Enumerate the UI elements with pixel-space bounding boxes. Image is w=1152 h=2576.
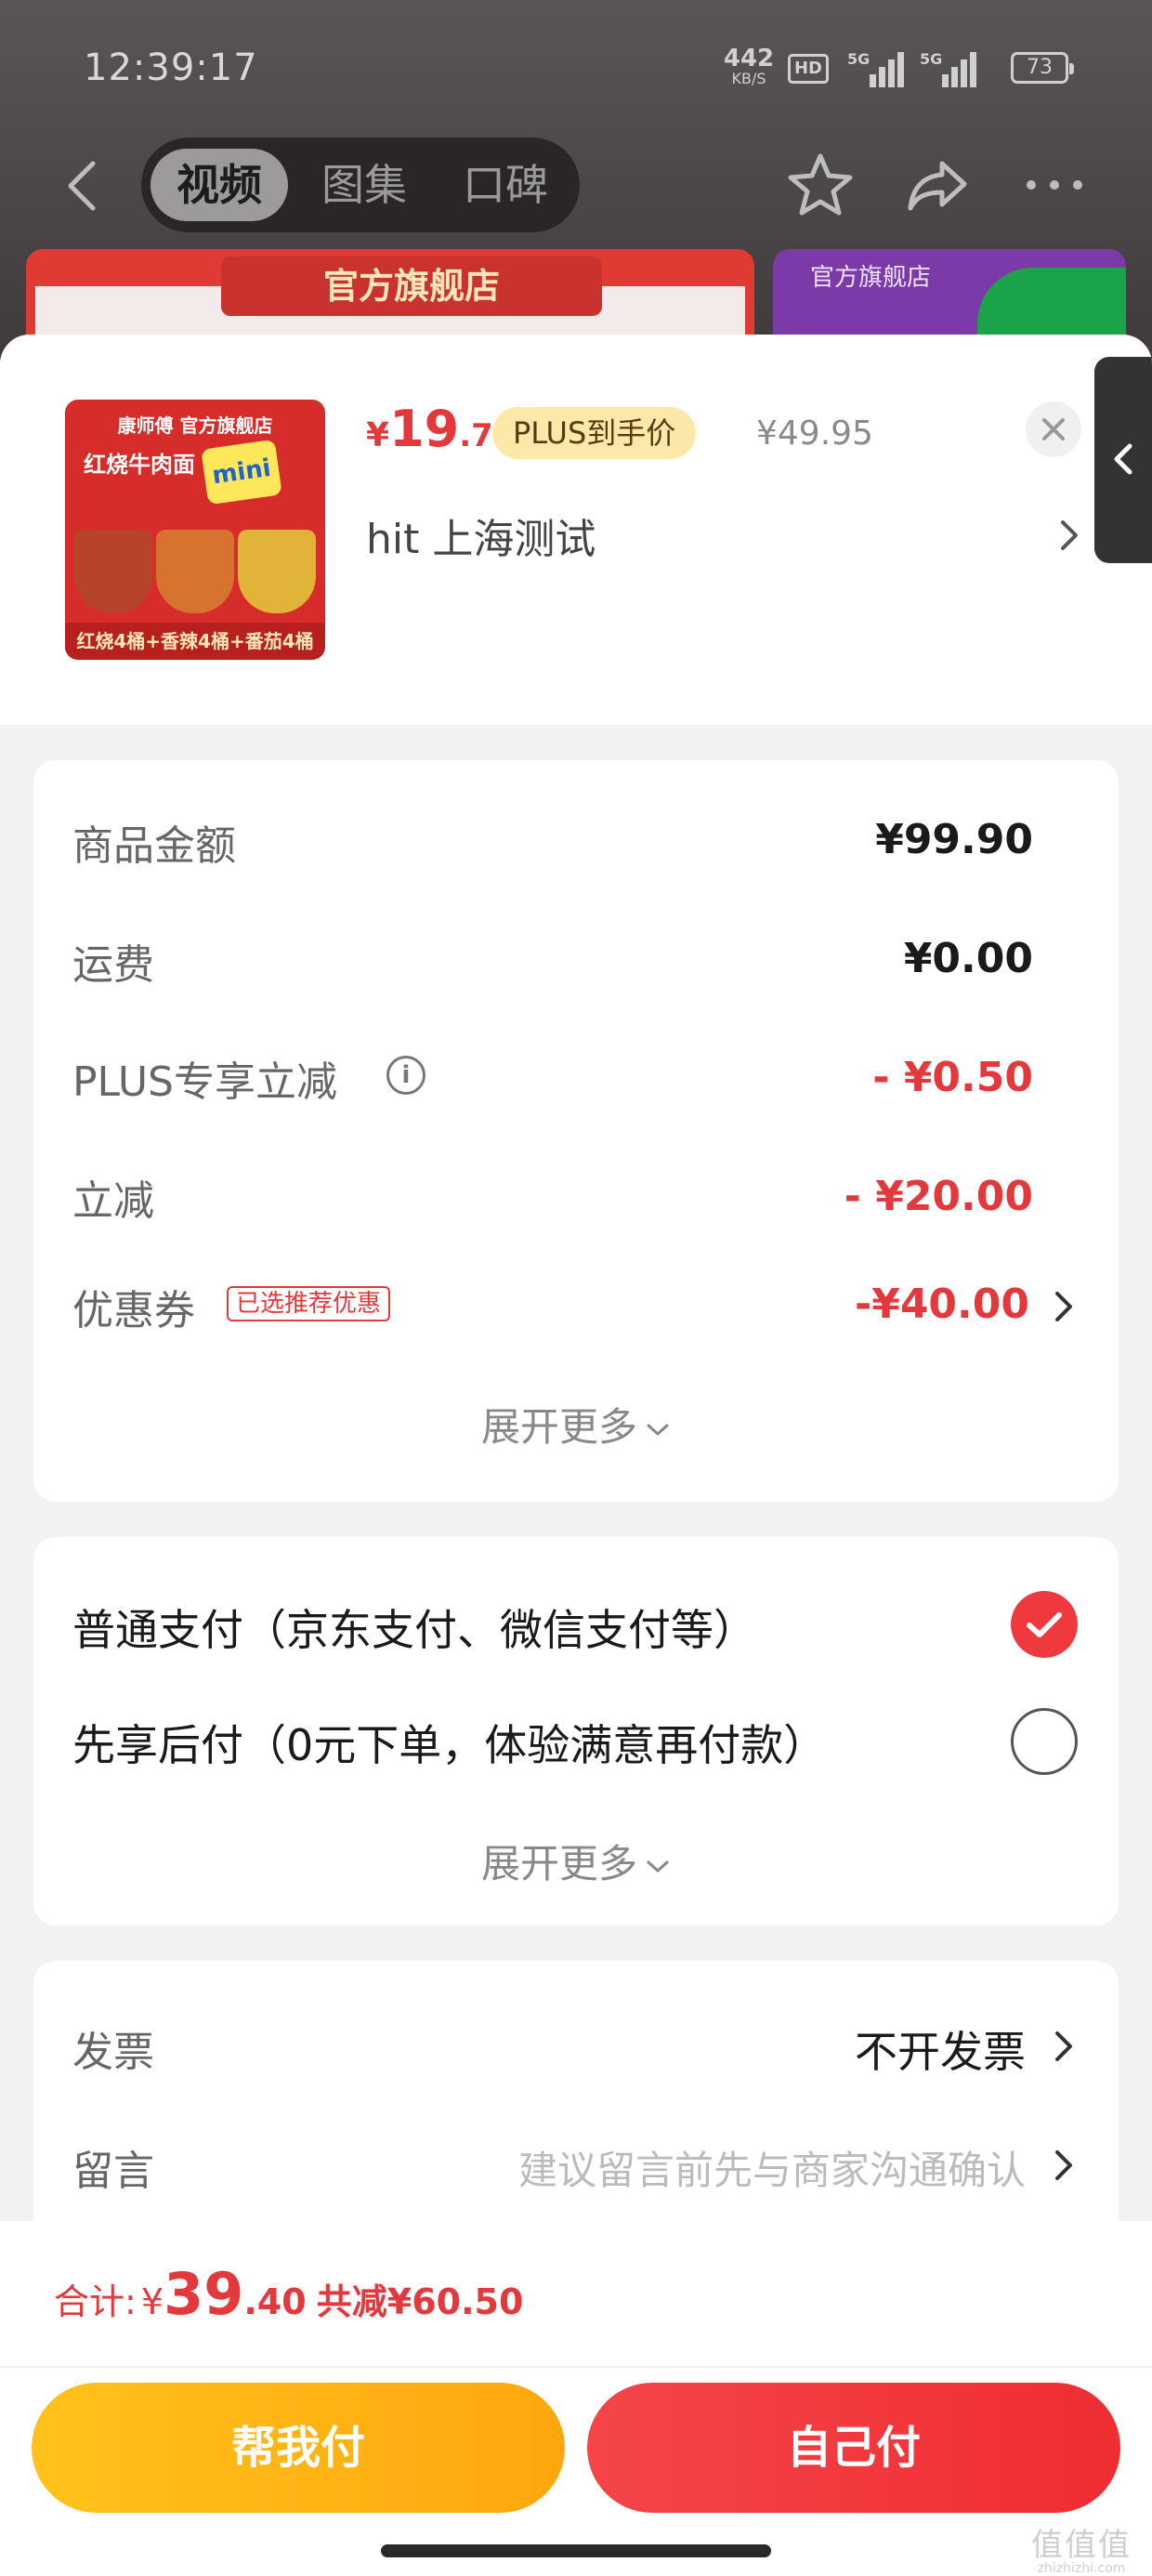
message-placeholder: 建议留言前先与商家沟通确认 (517, 2148, 1026, 2193)
product-image-badge: mini (201, 439, 282, 506)
summary-expand-label: 展开更多 (480, 1404, 637, 1450)
row-shipping-value: ¥0.00 (903, 935, 1033, 982)
tab-video[interactable]: 视频 (151, 149, 288, 221)
pay-option-later-label: 先享后付（0元下单，体验满意再付款） (72, 1720, 827, 1770)
signal-icon-2: 5G (920, 50, 977, 87)
row-goods-amount-label: 商品金额 (72, 822, 236, 870)
signal-label-2: 5G (920, 50, 943, 68)
pay-option-normal-label: 普通支付（京东支付、微信支付等） (72, 1605, 756, 1655)
row-plus-discount-value: - ¥0.50 (872, 1054, 1033, 1101)
message-row[interactable]: 留言 建议留言前先与商家沟通确认 (33, 2117, 1119, 2210)
signal-icon: 5G (847, 50, 905, 87)
row-coupon-label: 优惠券 (72, 1287, 195, 1334)
pay-option-normal-radio[interactable] (1011, 1591, 1078, 1658)
media-tabs: 视频 图集 口碑 (141, 138, 580, 232)
status-time: 12:39:17 (84, 46, 258, 89)
chevron-left-icon (1114, 443, 1132, 475)
chevron-down-icon (647, 1424, 669, 1435)
shipping-address[interactable]: hit 上海测试 (366, 506, 596, 565)
home-indicator[interactable] (381, 2544, 771, 2557)
back-arrow-icon[interactable] (65, 160, 98, 212)
tab-gallery[interactable]: 图集 (295, 149, 433, 221)
row-instant-discount-value: - ¥20.00 (844, 1173, 1033, 1220)
close-icon[interactable] (1026, 401, 1081, 457)
invoice-value: 不开发票 (855, 2027, 1026, 2077)
store-banner-2-title: 官方旗舰店 (810, 264, 932, 292)
more-icon[interactable] (1020, 151, 1089, 219)
row-shipping-label: 运费 (72, 941, 154, 989)
pay-option-later-radio[interactable] (1011, 1708, 1078, 1775)
store-banner-title: 官方旗舰店 (221, 256, 602, 316)
invoice-row[interactable]: 发票 不开发票 (33, 1998, 1119, 2091)
row-plus-discount-label: PLUS专享立减 (72, 1058, 337, 1106)
message-label: 留言 (72, 2148, 154, 2195)
invoice-message-card: 发票 不开发票 留言 建议留言前先与商家沟通确认 (33, 1961, 1119, 2258)
summary-expand-more[interactable]: 展开更多 (33, 1396, 1119, 1452)
chevron-down-icon (647, 1860, 669, 1872)
info-icon[interactable]: i (386, 1056, 425, 1095)
signal-label: 5G (847, 50, 871, 68)
status-bar: 12:39:17 442 KB/S HD 5G 5G 73 (0, 0, 1152, 130)
row-instant-discount-label: 立减 (72, 1177, 154, 1225)
price-summary-card: 商品金额 ¥99.90 运费 ¥0.00 PLUS专享立减 i - ¥0.50 … (33, 760, 1119, 1502)
footer-divider (0, 2366, 1152, 2368)
original-price: ¥49.95 (756, 414, 873, 453)
payment-method-card: 普通支付（京东支付、微信支付等） 先享后付（0元下单，体验满意再付款） 展开更多 (33, 1537, 1119, 1925)
plus-price-badge: PLUS到手价 (492, 407, 697, 459)
tab-reviews[interactable]: 口碑 (437, 149, 574, 221)
product-image-footer: 红烧4桶+香辣4桶+番茄4桶 (65, 623, 325, 660)
pay-option-normal[interactable]: 普通支付（京东支付、微信支付等） (33, 1574, 1119, 1676)
order-total: 合计: ¥39.40 共减¥60.50 (54, 2260, 524, 2328)
chevron-right-icon (1055, 1292, 1072, 1321)
product-image: 康师傅 官方旗舰店 红烧牛肉面 mini 红烧4桶+香辣4桶+番茄4桶 (65, 400, 325, 660)
network-speed: 442 KB/S (721, 45, 777, 89)
total-saving: 共减¥60.50 (316, 2281, 524, 2322)
star-icon[interactable] (786, 151, 855, 219)
chevron-right-icon (1055, 2031, 1072, 2061)
network-speed-value: 442 (723, 45, 775, 72)
hd-icon: HD (788, 54, 829, 84)
watermark: 值值值 zhizhizhi.com (1031, 2527, 1132, 2576)
battery-icon: 73 (1011, 52, 1074, 84)
pay-option-later[interactable]: 先享后付（0元下单，体验满意再付款） (33, 1691, 1119, 1794)
chevron-right-icon (1055, 2150, 1072, 2180)
checkout-footer: 合计: ¥39.40 共减¥60.50 帮我付 自己付 值值值 zhizhizh… (0, 2221, 1152, 2576)
help-me-pay-button[interactable]: 帮我付 (32, 2383, 565, 2513)
chevron-right-icon[interactable] (1055, 517, 1083, 554)
share-icon[interactable] (903, 151, 972, 219)
row-coupon-value: -¥40.00 (854, 1281, 1029, 1328)
product-image-title: 红烧牛肉面 (84, 452, 195, 478)
coupon-recommend-tag: 已选推荐优惠 (227, 1286, 391, 1321)
row-coupon[interactable]: 优惠券 已选推荐优惠 -¥40.00 (33, 1277, 1119, 1351)
invoice-label: 发票 (72, 2029, 154, 2076)
total-label: 合计: (54, 2281, 137, 2322)
row-goods-amount-value: ¥99.90 (875, 816, 1033, 863)
product-image-brand: 康师傅 官方旗舰店 (117, 414, 273, 437)
payment-expand-more[interactable]: 展开更多 (33, 1833, 1119, 1889)
side-drawer-tab[interactable] (1094, 357, 1152, 563)
check-icon (1027, 1612, 1062, 1637)
product-header: 康师傅 官方旗舰店 红烧牛肉面 mini 红烧4桶+香辣4桶+番茄4桶 ¥19.… (0, 335, 1152, 725)
payment-expand-label: 展开更多 (480, 1841, 637, 1886)
plus-price: ¥19.7 (366, 400, 493, 458)
pay-myself-button[interactable]: 自己付 (587, 2383, 1120, 2513)
